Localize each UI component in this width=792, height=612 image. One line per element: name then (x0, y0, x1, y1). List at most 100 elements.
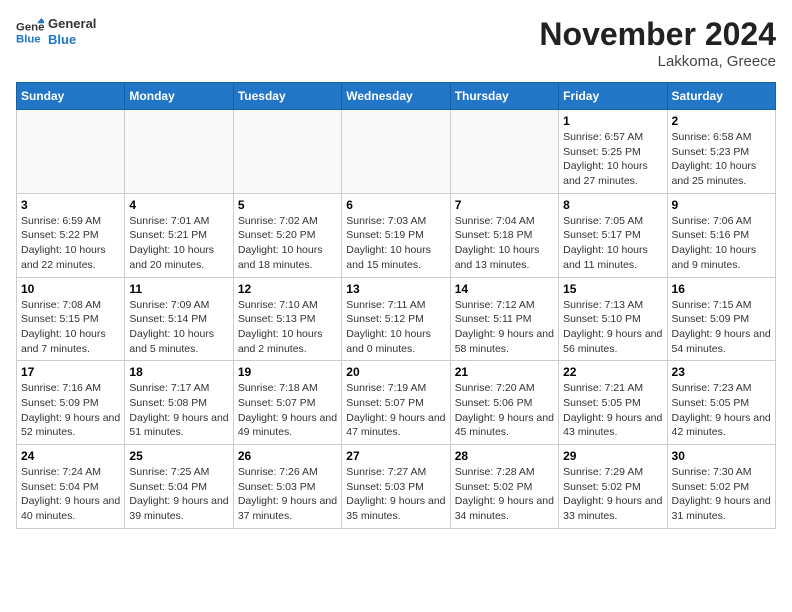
logo-text: General Blue (48, 16, 96, 47)
day-number: 7 (455, 198, 554, 212)
day-number: 16 (672, 282, 771, 296)
calendar-week-row: 10Sunrise: 7:08 AM Sunset: 5:15 PM Dayli… (17, 277, 776, 361)
calendar-week-row: 3Sunrise: 6:59 AM Sunset: 5:22 PM Daylig… (17, 193, 776, 277)
day-info: Sunrise: 7:30 AM Sunset: 5:02 PM Dayligh… (672, 465, 771, 524)
title-block: November 2024 Lakkoma, Greece (539, 16, 776, 70)
day-info: Sunrise: 7:17 AM Sunset: 5:08 PM Dayligh… (129, 381, 228, 440)
day-number: 5 (238, 198, 337, 212)
day-number: 26 (238, 449, 337, 463)
day-number: 11 (129, 282, 228, 296)
calendar-day-cell: 20Sunrise: 7:19 AM Sunset: 5:07 PM Dayli… (342, 361, 450, 445)
day-number: 17 (21, 365, 120, 379)
day-info: Sunrise: 7:27 AM Sunset: 5:03 PM Dayligh… (346, 465, 445, 524)
day-info: Sunrise: 7:10 AM Sunset: 5:13 PM Dayligh… (238, 298, 337, 357)
day-number: 20 (346, 365, 445, 379)
calendar-day-cell: 11 Sunrise: 7:09 AM Sunset: 5:14 PM Dayli… (125, 277, 233, 361)
calendar-day-cell: 2 Sunrise: 6:58 AM Sunset: 5:23 PM Daylig… (667, 110, 775, 194)
calendar-day-cell (342, 110, 450, 194)
weekday-header: Monday (125, 83, 233, 110)
calendar-day-cell: 15 Sunrise: 7:13 AM Sunset: 5:10 PM Dayli… (559, 277, 667, 361)
day-number: 6 (346, 198, 445, 212)
day-info: Sunrise: 7:18 AM Sunset: 5:07 PM Dayligh… (238, 381, 337, 440)
calendar-day-cell: 1Sunrise: 6:57 AM Sunset: 5:25 PM Daylig… (559, 110, 667, 194)
calendar-day-cell (125, 110, 233, 194)
calendar-week-row: 1Sunrise: 6:57 AM Sunset: 5:25 PM Daylig… (17, 110, 776, 194)
day-number: 28 (455, 449, 554, 463)
day-number: 18 (129, 365, 228, 379)
day-number: 15 (563, 282, 662, 296)
day-info: Sunrise: 7:28 AM Sunset: 5:02 PM Dayligh… (455, 465, 554, 524)
page-subtitle: Lakkoma, Greece (539, 53, 776, 70)
calendar-day-cell: 14Sunrise: 7:12 AM Sunset: 5:11 PM Dayli… (450, 277, 558, 361)
day-info: Sunrise: 7:09 AM Sunset: 5:14 PM Dayligh… (129, 298, 228, 357)
calendar-day-cell: 16 Sunrise: 7:15 AM Sunset: 5:09 PM Dayli… (667, 277, 775, 361)
day-info: Sunrise: 7:05 AM Sunset: 5:17 PM Dayligh… (563, 214, 662, 273)
day-info: Sunrise: 6:59 AM Sunset: 5:22 PM Dayligh… (21, 214, 120, 273)
day-number: 2 (672, 114, 771, 128)
calendar-day-cell: 22 Sunrise: 7:21 AM Sunset: 5:05 PM Dayli… (559, 361, 667, 445)
calendar-day-cell: 21 Sunrise: 7:20 AM Sunset: 5:06 PM Dayli… (450, 361, 558, 445)
day-number: 12 (238, 282, 337, 296)
day-info: Sunrise: 7:24 AM Sunset: 5:04 PM Dayligh… (21, 465, 120, 524)
day-number: 21 (455, 365, 554, 379)
day-info: Sunrise: 7:04 AM Sunset: 5:18 PM Dayligh… (455, 214, 554, 273)
calendar-day-cell: 23Sunrise: 7:23 AM Sunset: 5:05 PM Dayli… (667, 361, 775, 445)
calendar-day-cell: 25 Sunrise: 7:25 AM Sunset: 5:04 PM Dayli… (125, 445, 233, 529)
day-info: Sunrise: 7:11 AM Sunset: 5:12 PM Dayligh… (346, 298, 445, 357)
day-info: Sunrise: 7:26 AM Sunset: 5:03 PM Dayligh… (238, 465, 337, 524)
day-info: Sunrise: 7:03 AM Sunset: 5:19 PM Dayligh… (346, 214, 445, 273)
calendar-day-cell: 10Sunrise: 7:08 AM Sunset: 5:15 PM Dayli… (17, 277, 125, 361)
weekday-header: Saturday (667, 83, 775, 110)
calendar-day-cell: 3Sunrise: 6:59 AM Sunset: 5:22 PM Daylig… (17, 193, 125, 277)
day-number: 9 (672, 198, 771, 212)
calendar-day-cell: 28 Sunrise: 7:28 AM Sunset: 5:02 PM Dayli… (450, 445, 558, 529)
day-info: Sunrise: 7:25 AM Sunset: 5:04 PM Dayligh… (129, 465, 228, 524)
calendar-day-cell: 17 Sunrise: 7:16 AM Sunset: 5:09 PM Dayli… (17, 361, 125, 445)
day-number: 29 (563, 449, 662, 463)
weekday-header: Friday (559, 83, 667, 110)
calendar-day-cell: 18 Sunrise: 7:17 AM Sunset: 5:08 PM Dayli… (125, 361, 233, 445)
calendar-day-cell: 29Sunrise: 7:29 AM Sunset: 5:02 PM Dayli… (559, 445, 667, 529)
page-title: November 2024 (539, 16, 776, 53)
calendar-day-cell: 4 Sunrise: 7:01 AM Sunset: 5:21 PM Daylig… (125, 193, 233, 277)
weekday-header: Wednesday (342, 83, 450, 110)
day-info: Sunrise: 7:16 AM Sunset: 5:09 PM Dayligh… (21, 381, 120, 440)
day-number: 22 (563, 365, 662, 379)
day-number: 14 (455, 282, 554, 296)
day-number: 27 (346, 449, 445, 463)
logo: General Blue General Blue (16, 16, 96, 47)
day-info: Sunrise: 7:21 AM Sunset: 5:05 PM Dayligh… (563, 381, 662, 440)
day-number: 13 (346, 282, 445, 296)
calendar-day-cell: 12 Sunrise: 7:10 AM Sunset: 5:13 PM Dayli… (233, 277, 341, 361)
day-number: 30 (672, 449, 771, 463)
calendar-day-cell: 7 Sunrise: 7:04 AM Sunset: 5:18 PM Daylig… (450, 193, 558, 277)
calendar-day-cell (17, 110, 125, 194)
day-number: 1 (563, 114, 662, 128)
calendar-week-row: 17 Sunrise: 7:16 AM Sunset: 5:09 PM Dayli… (17, 361, 776, 445)
logo-line1: General (48, 16, 96, 32)
calendar-day-cell: 8Sunrise: 7:05 AM Sunset: 5:17 PM Daylig… (559, 193, 667, 277)
weekday-header: Thursday (450, 83, 558, 110)
calendar-day-cell: 19 Sunrise: 7:18 AM Sunset: 5:07 PM Dayli… (233, 361, 341, 445)
calendar-week-row: 24Sunrise: 7:24 AM Sunset: 5:04 PM Dayli… (17, 445, 776, 529)
day-info: Sunrise: 7:20 AM Sunset: 5:06 PM Dayligh… (455, 381, 554, 440)
day-info: Sunrise: 7:23 AM Sunset: 5:05 PM Dayligh… (672, 381, 771, 440)
calendar-day-cell: 24Sunrise: 7:24 AM Sunset: 5:04 PM Dayli… (17, 445, 125, 529)
calendar-day-cell (233, 110, 341, 194)
day-info: Sunrise: 7:13 AM Sunset: 5:10 PM Dayligh… (563, 298, 662, 357)
calendar-day-cell: 13 Sunrise: 7:11 AM Sunset: 5:12 PM Dayli… (342, 277, 450, 361)
day-number: 4 (129, 198, 228, 212)
day-info: Sunrise: 7:01 AM Sunset: 5:21 PM Dayligh… (129, 214, 228, 273)
calendar-day-cell: 26 Sunrise: 7:26 AM Sunset: 5:03 PM Dayli… (233, 445, 341, 529)
page-header: General Blue General Blue November 2024 … (16, 16, 776, 70)
day-info: Sunrise: 7:15 AM Sunset: 5:09 PM Dayligh… (672, 298, 771, 357)
day-number: 19 (238, 365, 337, 379)
day-info: Sunrise: 6:58 AM Sunset: 5:23 PM Dayligh… (672, 130, 771, 189)
weekday-header: Tuesday (233, 83, 341, 110)
calendar-day-cell: 9Sunrise: 7:06 AM Sunset: 5:16 PM Daylig… (667, 193, 775, 277)
day-number: 25 (129, 449, 228, 463)
calendar-table: SundayMondayTuesdayWednesdayThursdayFrid… (16, 82, 776, 529)
calendar-header-row: SundayMondayTuesdayWednesdayThursdayFrid… (17, 83, 776, 110)
day-info: Sunrise: 7:08 AM Sunset: 5:15 PM Dayligh… (21, 298, 120, 357)
day-info: Sunrise: 7:02 AM Sunset: 5:20 PM Dayligh… (238, 214, 337, 273)
